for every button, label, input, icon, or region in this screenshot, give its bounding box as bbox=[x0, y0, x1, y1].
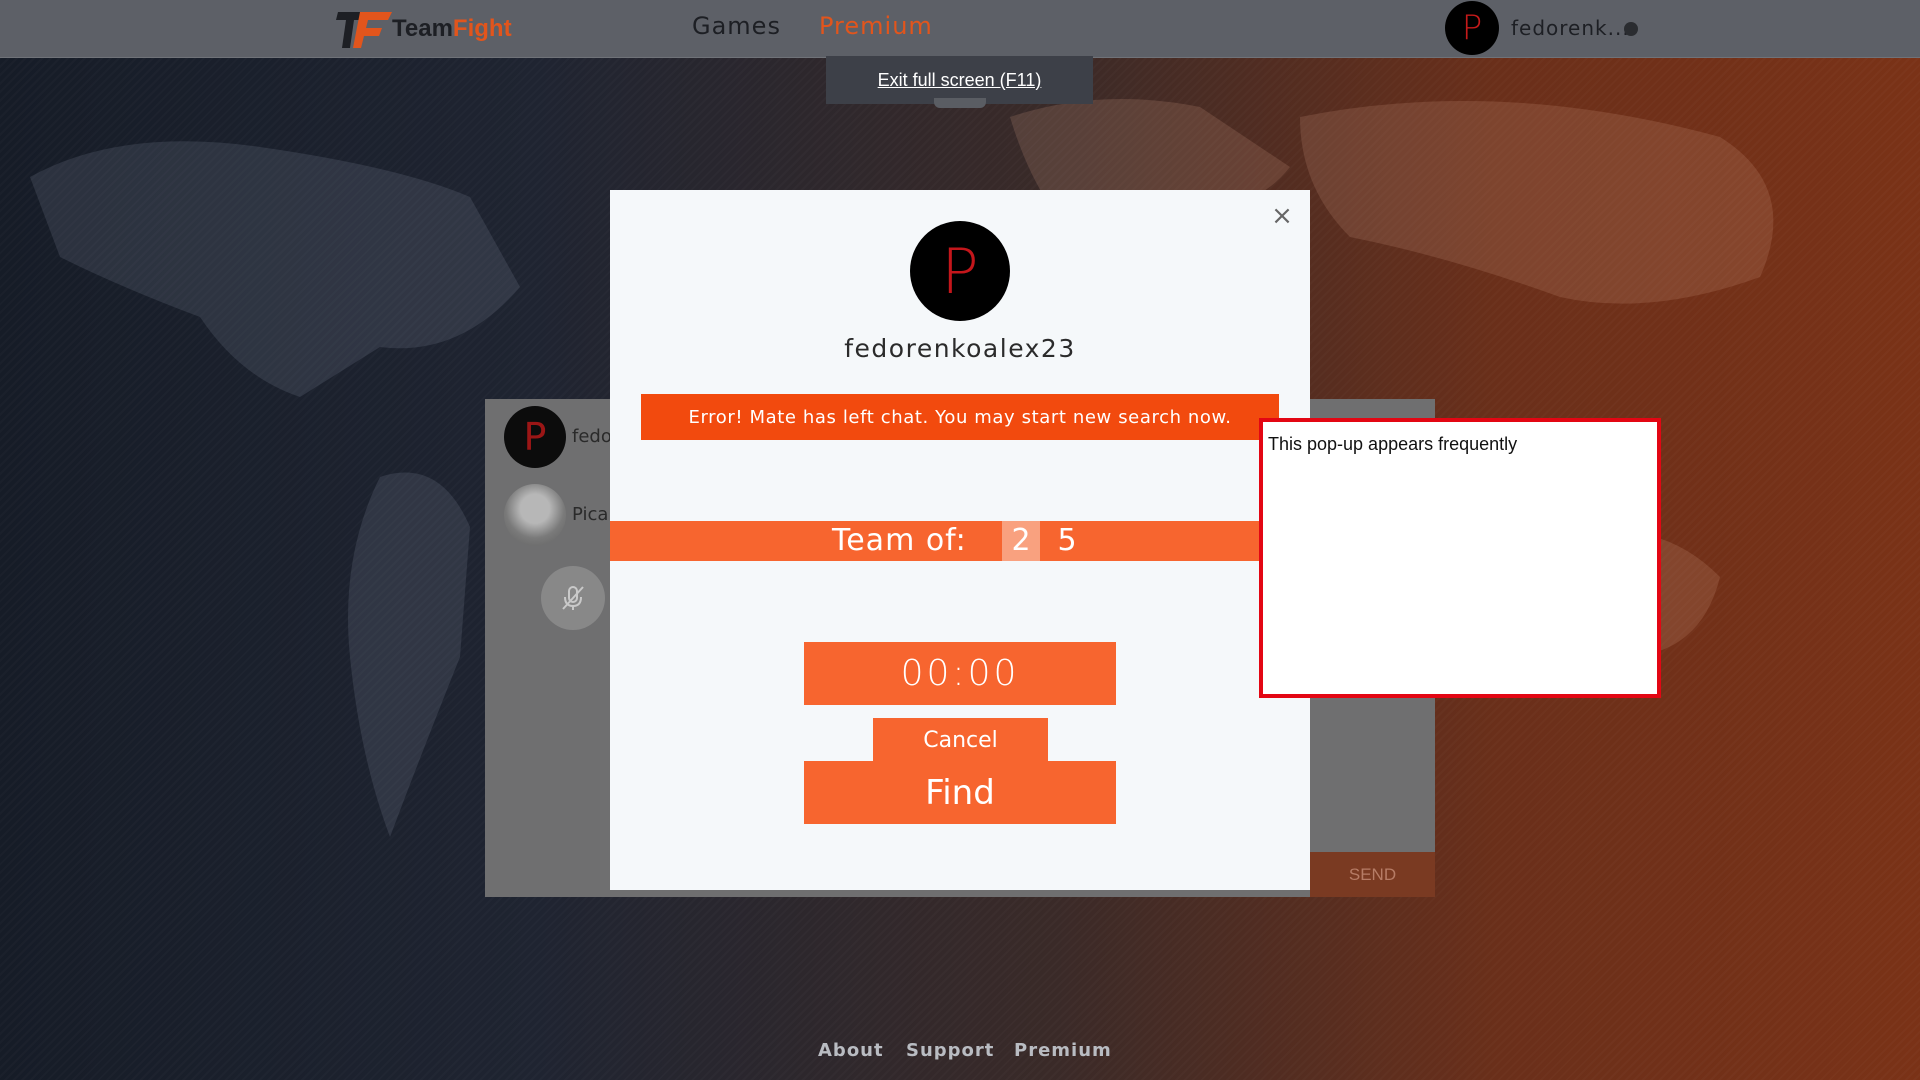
teamfight-logo-icon bbox=[336, 12, 392, 48]
chat-mate-avatar bbox=[504, 484, 566, 546]
search-timer: 00:00 bbox=[804, 642, 1116, 705]
chat-user-avatar: P bbox=[504, 406, 566, 468]
send-button[interactable]: SEND bbox=[1310, 852, 1435, 897]
chat-mate-name: Pica bbox=[572, 504, 609, 525]
user-avatar[interactable]: P bbox=[1445, 1, 1499, 55]
fullscreen-notice-tab bbox=[934, 98, 986, 108]
user-name[interactable]: fedorenk... bbox=[1511, 16, 1630, 40]
mute-microphone-button[interactable] bbox=[541, 566, 605, 630]
fullscreen-notice: Exit full screen (F11) bbox=[826, 56, 1093, 104]
footer-link-about[interactable]: About bbox=[818, 1040, 884, 1061]
close-icon[interactable]: × bbox=[1270, 202, 1294, 230]
team-size-option-2[interactable]: 2 bbox=[1002, 521, 1040, 561]
logo-text-team: Team bbox=[392, 15, 453, 42]
nav-link-games[interactable]: Games bbox=[692, 12, 781, 40]
footer-link-premium[interactable]: Premium bbox=[1014, 1040, 1112, 1061]
status-indicator bbox=[1624, 22, 1638, 36]
teamfight-logo[interactable]: TeamFight bbox=[336, 8, 512, 50]
exit-fullscreen-link[interactable]: Exit full screen (F11) bbox=[878, 70, 1042, 91]
error-message: Error! Mate has left chat. You may start… bbox=[641, 394, 1279, 440]
team-size-option-5[interactable]: 5 bbox=[1048, 521, 1086, 561]
team-size-label: Team of: bbox=[832, 523, 967, 558]
modal-avatar: P bbox=[910, 221, 1010, 321]
logo-text-fight: Fight bbox=[452, 15, 512, 42]
annotation-callout bbox=[1259, 418, 1661, 698]
chat-user-name: fedo bbox=[572, 426, 612, 447]
footer-link-support[interactable]: Support bbox=[906, 1040, 994, 1061]
logo-text: TeamFight bbox=[392, 15, 512, 43]
find-button[interactable]: Find bbox=[804, 761, 1116, 824]
cancel-button[interactable]: Cancel bbox=[873, 718, 1048, 762]
annotation-text: This pop-up appears frequently bbox=[1268, 434, 1518, 454]
modal-username: fedorenkoalex23 bbox=[844, 334, 1076, 363]
microphone-muted-icon bbox=[562, 586, 584, 610]
nav-link-premium[interactable]: Premium bbox=[819, 12, 933, 40]
